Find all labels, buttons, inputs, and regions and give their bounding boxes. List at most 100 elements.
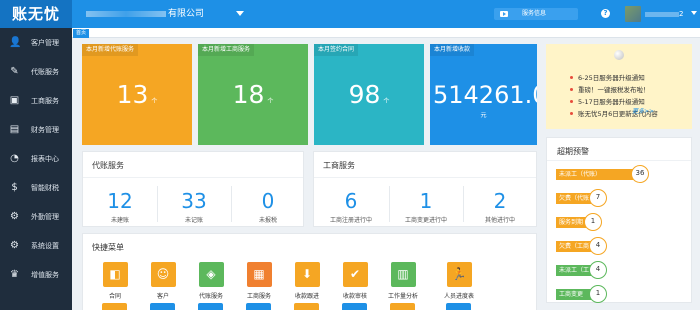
panel-title: 快捷菜单 [92,243,124,252]
panel-title: 超期预警 [557,147,589,156]
tile-new-bookkeeping[interactable]: 本月新增代账服务 13 个 [82,44,192,145]
service-info-button[interactable]: 服务信息 [494,8,578,20]
finance-icon: ▤ [9,124,20,135]
business-panel: 工商服务 6 工商注册进行中 1 工商变更进行中 2 其他进行中 [313,151,537,227]
quick-label: 工商服务 [246,293,271,300]
app-logo[interactable]: 账无忧 [0,0,72,28]
warning-row[interactable]: 服务到期 1 [556,213,686,231]
stat-label: 工商变更进行中 [404,217,447,224]
sidebar-item-reports[interactable]: ◔ 报表中心 [0,144,72,173]
warning-row[interactable]: 欠费（代账）7 [556,189,686,207]
quick-workload-analysis[interactable]: ▥ 工作量分析 [378,262,428,300]
quick-menu-next-row-icon[interactable] [198,303,223,310]
stat-change[interactable]: 1 工商变更进行中 [391,190,461,224]
sidebar-item-bookkeeping[interactable]: ✎ 代账服务 [0,57,72,86]
user-dropdown-icon [691,11,697,15]
sidebar-item-smart-tax[interactable]: $ 智能财税 [0,173,72,202]
quick-menu-next-row-icon[interactable] [446,303,471,310]
pen-icon: ✎ [10,66,19,77]
sidebar-item-value-added[interactable]: ♛ 增值服务 [0,260,72,289]
quick-staff-progress[interactable]: 🏃 人员进度表 [434,262,484,300]
quick-business[interactable]: ▦ 工商服务 [234,262,284,300]
company-dropdown-icon[interactable] [236,11,244,16]
sidebar-item-customers[interactable]: 👤 客户管理 [0,28,72,57]
tile-unit: 个 [151,98,158,105]
stat-label: 未建账 [110,217,129,224]
notice-item[interactable]: 重磅！一键报税发布啦！ [570,84,658,96]
gear-icon: ⚙ [10,240,19,251]
quick-menu-next-row-icon[interactable] [150,303,175,310]
sidebar-item-label: 报表中心 [31,155,59,163]
contract-icon: ◧ [102,262,128,287]
quick-menu-next-row-icon[interactable] [294,303,319,310]
notice-board: 6-25日服务器升级通知 重磅！一键报税发布啦！ 5-17日服务器升级通知 账无… [546,44,692,129]
runner-icon: 🏃 [446,262,472,287]
warning-bar: 欠费（工商） [556,241,591,252]
tile-title: 本月新增工商服务 [198,44,255,56]
download-icon: ⬇ [294,262,320,287]
warning-count[interactable]: 1 [589,285,607,303]
warning-row[interactable]: 未派工（工商）4 [556,261,686,279]
pie-chart-icon: ◔ [10,153,19,164]
briefcase-icon: ▣ [9,95,20,106]
quick-menu-next-row-icon[interactable] [342,303,367,310]
warning-row[interactable]: 工商变更 1 [556,285,686,303]
divider [83,177,303,178]
help-icon[interactable]: ? [601,9,610,18]
notice-more-link[interactable]: 更多>> [632,106,654,115]
warning-count[interactable]: 4 [589,261,607,279]
video-icon [500,11,508,17]
quick-menu-next-row-icon[interactable] [246,303,271,310]
sidebar-item-label: 工商服务 [31,97,59,105]
quick-contract[interactable]: ◧ 合同 [90,262,140,300]
sidebar-item-finance[interactable]: ▤ 财务管理 [0,115,72,144]
sidebar-item-field-work[interactable]: ⚙ 外勤管理 [0,202,72,231]
stat-unrecorded[interactable]: 33 未记账 [159,190,229,224]
quick-menu-next-row-icon[interactable] [390,303,415,310]
warning-row[interactable]: 欠费（工商）4 [556,237,686,255]
pin-icon [614,50,624,60]
outsource-icon: ⚙ [10,211,19,222]
warning-count[interactable]: 1 [584,213,602,231]
tile-contracts[interactable]: 本月签约合同 98 个 [314,44,424,145]
avatar[interactable] [625,6,641,22]
sidebar-item-business[interactable]: ▣ 工商服务 [0,86,72,115]
divider [547,160,691,161]
tile-value: 98 [348,80,381,109]
stat-unbuilt-books[interactable]: 12 未建账 [85,190,155,224]
divider [389,186,390,222]
tab-home[interactable]: 首页 [73,29,90,38]
warning-count[interactable]: 4 [589,237,607,255]
quick-label: 代账服务 [198,293,223,300]
quick-customer[interactable]: ☺ 客户 [138,262,188,300]
quick-menu-next-row-icon[interactable] [102,303,127,310]
tile-new-business[interactable]: 本月新增工商服务 18 个 [198,44,308,145]
user-menu[interactable]: 2 [645,10,697,18]
tab-strip: 首页 [72,28,700,38]
sidebar: 👤 客户管理 ✎ 代账服务 ▣ 工商服务 ▤ 财务管理 ◔ 报表中心 $ 智能财… [0,28,72,310]
warning-bar: 工商变更 [556,289,591,300]
sidebar-item-settings[interactable]: ⚙ 系统设置 [0,231,72,260]
warning-count[interactable]: 7 [589,189,607,207]
panel-title: 代账服务 [92,161,124,170]
tile-value: 13 [116,80,149,109]
quick-payment-audit[interactable]: ✔ 收款审核 [330,262,380,300]
analysis-icon: ▥ [390,262,416,287]
company-name-redacted [86,10,166,17]
sidebar-item-label: 财务管理 [31,126,59,134]
quick-bookkeeping[interactable]: ◈ 代账服务 [186,262,236,300]
quick-label: 收款跟进 [294,293,319,300]
quick-payment-followup[interactable]: ⬇ 收款跟进 [282,262,332,300]
toolbox-icon: ▦ [246,262,272,287]
stat-registration[interactable]: 6 工商注册进行中 [316,190,386,224]
notice-item[interactable]: 6-25日服务器升级通知 [570,72,658,84]
warning-row[interactable]: 未派工（代账） 36 [556,165,686,183]
stat-other[interactable]: 2 其他进行中 [465,190,535,224]
sidebar-item-label: 外勤管理 [31,213,59,221]
stat-untaxed[interactable]: 0 未报税 [233,190,303,224]
tile-new-receipts[interactable]: 本月新增收款 514261.00 元 [430,44,537,145]
money-bag-icon: $ [11,182,18,193]
stat-value: 12 [107,189,133,213]
company-selector[interactable]: 有限公司 [86,0,204,28]
warning-count[interactable]: 36 [631,165,649,183]
